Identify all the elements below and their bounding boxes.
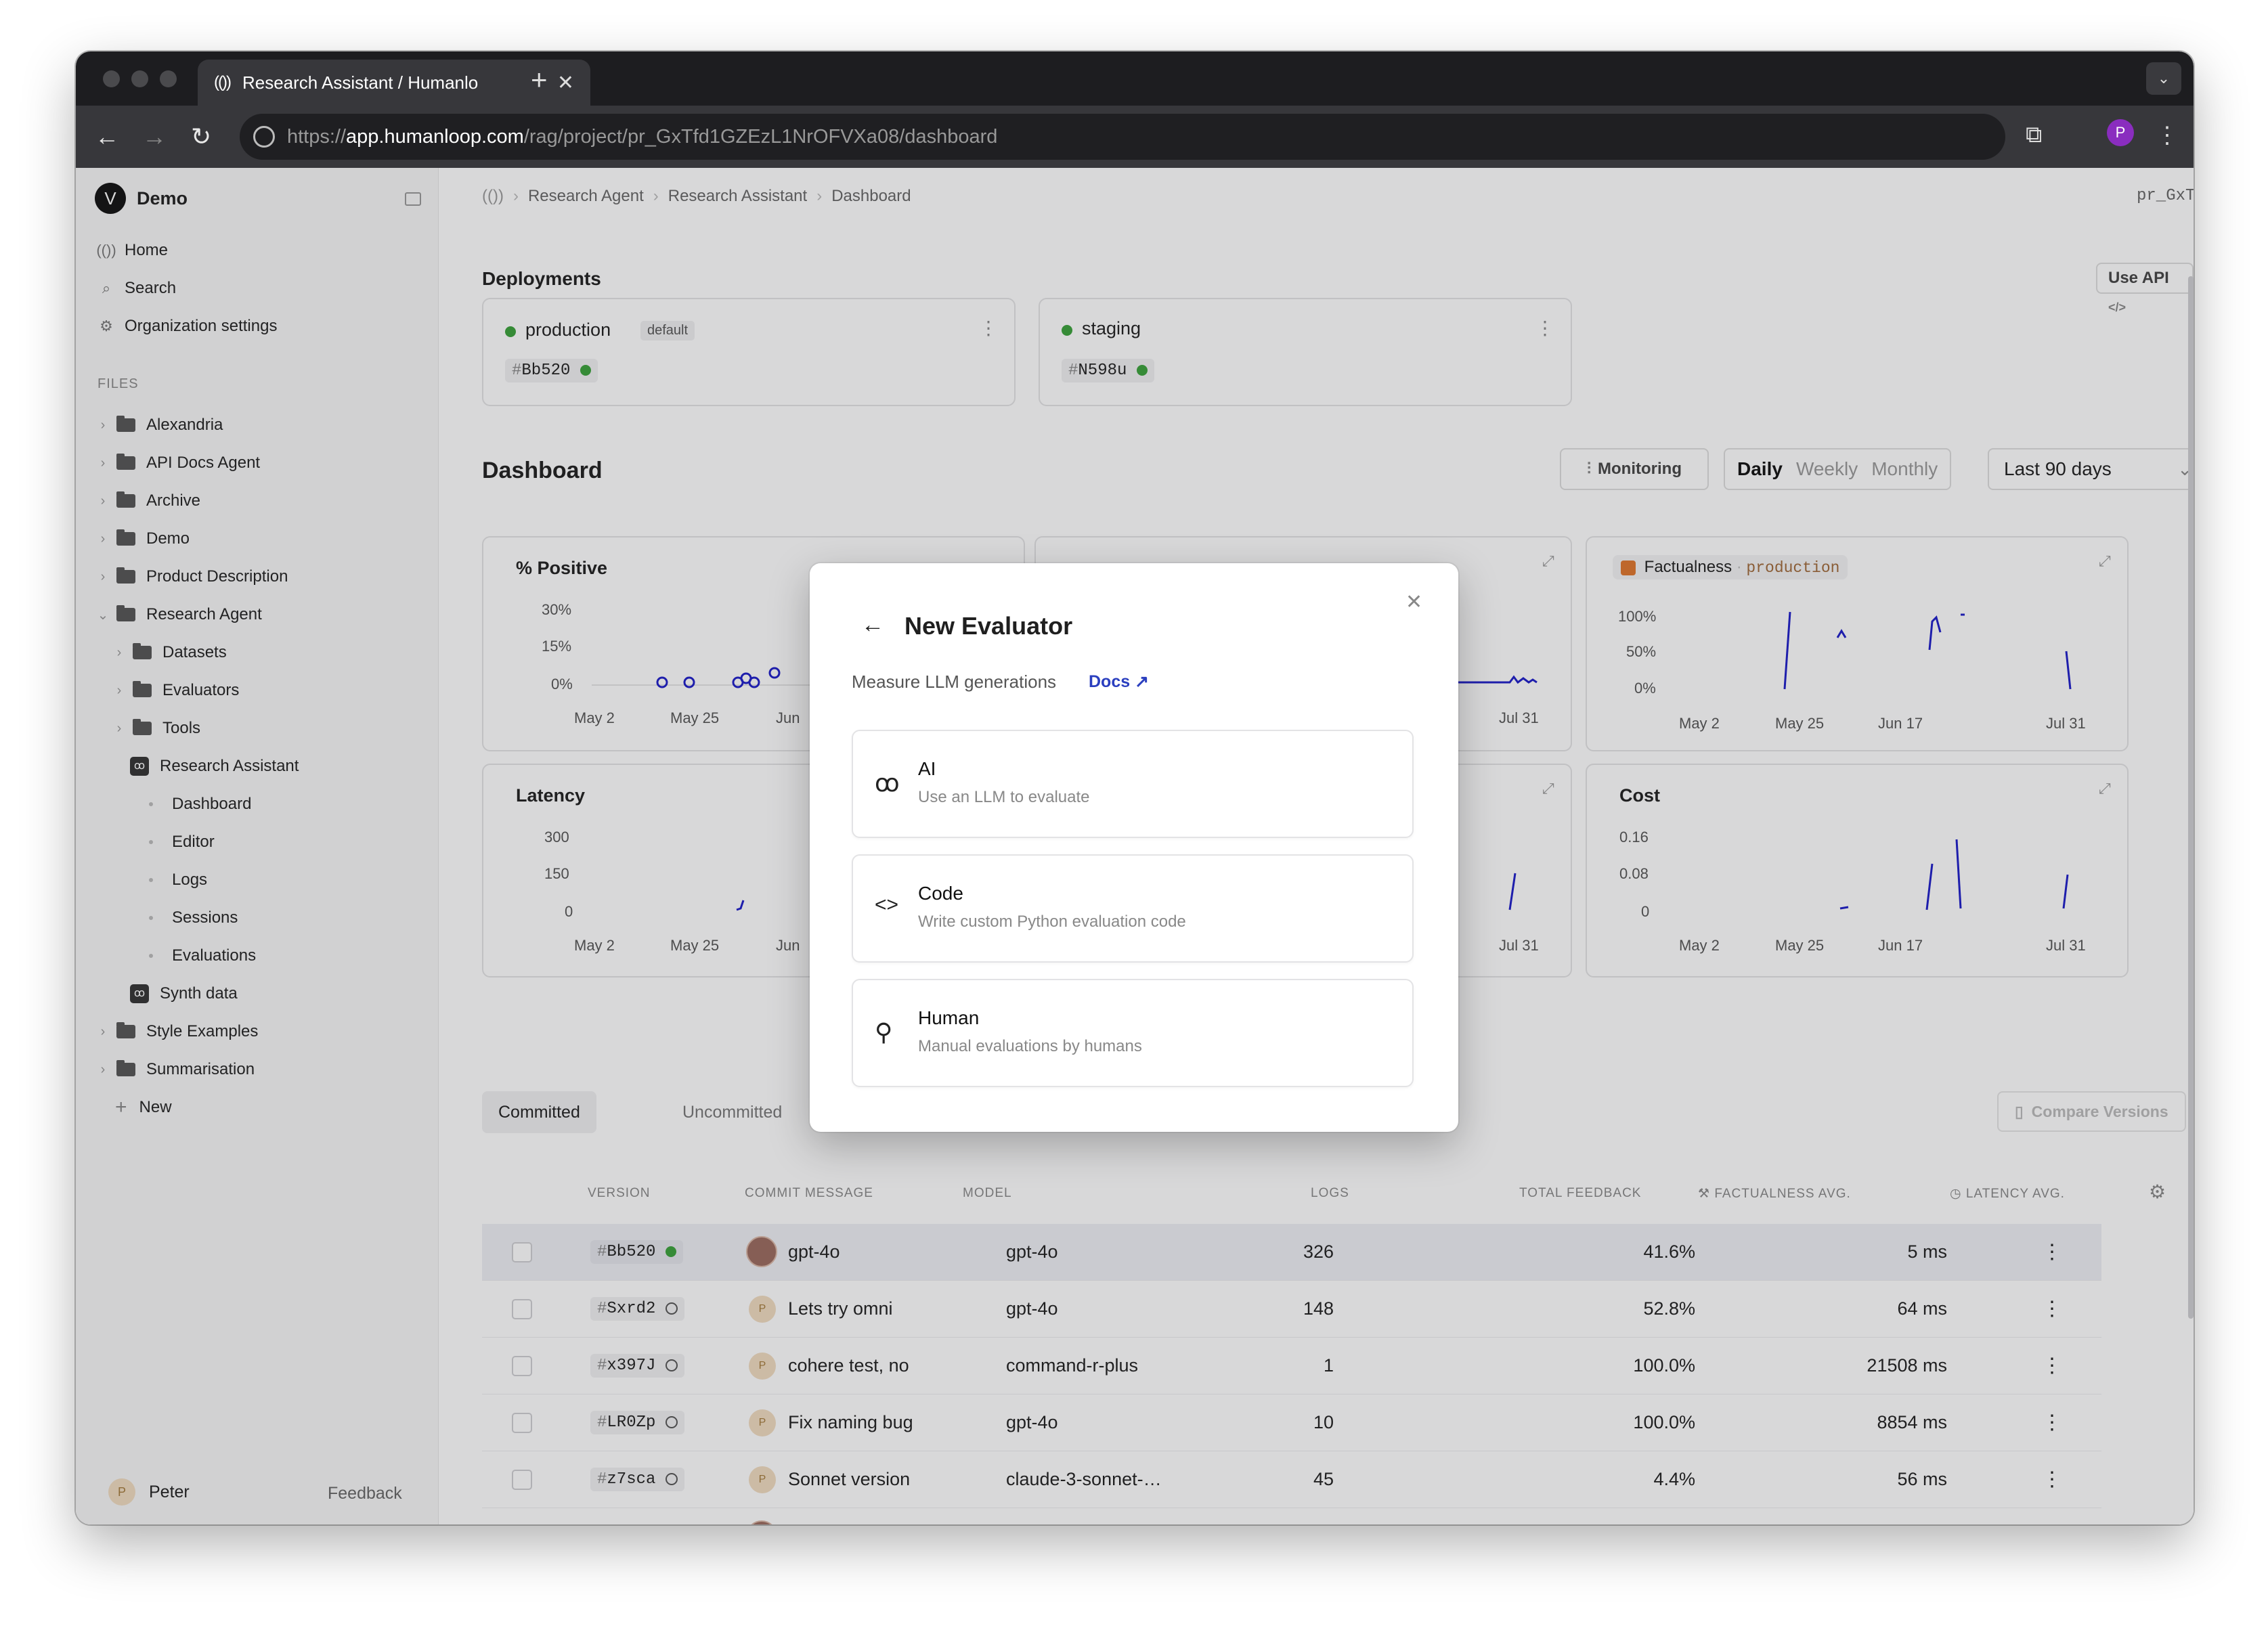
option-title: Human xyxy=(918,1007,980,1028)
new-evaluator-dialog: ← New Evaluator ✕ Measure LLM generation… xyxy=(810,563,1458,1132)
close-tab-icon[interactable]: ✕ xyxy=(557,71,574,95)
browser-window: (()) Research Assistant / Humanlo ✕ + ⌄ … xyxy=(76,51,2194,1524)
option-description: Use an LLM to evaluate xyxy=(918,788,1090,806)
maximize-window-dot[interactable] xyxy=(160,70,177,87)
external-link-icon: ↗ xyxy=(1135,672,1150,691)
ai-icon: ꝏ xyxy=(875,769,900,797)
option-ai[interactable]: ꝏ AI Use an LLM to evaluate xyxy=(852,730,1414,838)
profile-avatar[interactable]: P xyxy=(2107,119,2134,146)
back-arrow-icon[interactable]: ← xyxy=(861,612,884,638)
option-title: AI xyxy=(918,758,936,779)
url-field[interactable]: https://app.humanloop.com/rag/project/pr… xyxy=(240,114,2005,160)
url-host: app.humanloop.com xyxy=(346,125,524,148)
tab-title: Research Assistant / Humanlo xyxy=(242,72,479,93)
dialog-subtitle: Measure LLM generations xyxy=(852,672,1057,692)
extensions-icon[interactable]: ⧉ xyxy=(2026,122,2042,148)
person-icon: ⚲ xyxy=(875,1018,893,1046)
code-icon: <> xyxy=(875,894,899,916)
docs-link-label: Docs xyxy=(1089,672,1131,691)
option-human[interactable]: ⚲ Human Manual evaluations by humans xyxy=(852,979,1414,1087)
humanloop-logo-icon: (()) xyxy=(214,73,232,91)
option-title: Code xyxy=(918,883,963,904)
close-window-dot[interactable] xyxy=(103,70,120,87)
option-description: Manual evaluations by humans xyxy=(918,1037,1142,1055)
address-bar: ← → ↻ https://app.humanloop.com/rag/proj… xyxy=(76,106,2194,168)
url-scheme: https:// xyxy=(287,125,347,148)
browser-menu-icon[interactable]: ⋮ xyxy=(2156,122,2179,149)
option-description: Write custom Python evaluation code xyxy=(918,913,1186,931)
reload-icon[interactable]: ↻ xyxy=(191,120,211,153)
close-icon[interactable]: ✕ xyxy=(1405,590,1422,614)
chevron-down-icon[interactable]: ⌄ xyxy=(2146,62,2181,95)
dialog-title: New Evaluator xyxy=(904,612,1073,640)
site-info-icon[interactable] xyxy=(253,126,275,148)
new-tab-button[interactable]: + xyxy=(531,64,548,96)
option-code[interactable]: <> Code Write custom Python evaluation c… xyxy=(852,854,1414,963)
docs-link[interactable]: Docs ↗ xyxy=(1089,672,1149,692)
tab-bar: (()) Research Assistant / Humanlo ✕ + ⌄ xyxy=(76,51,2194,106)
back-icon[interactable]: ← xyxy=(95,120,119,153)
minimize-window-dot[interactable] xyxy=(131,70,148,87)
url-path: /rag/project/pr_GxTfd1GZEzL1NrOFVXa08/da… xyxy=(523,125,998,148)
forward-icon[interactable]: → xyxy=(142,120,167,153)
